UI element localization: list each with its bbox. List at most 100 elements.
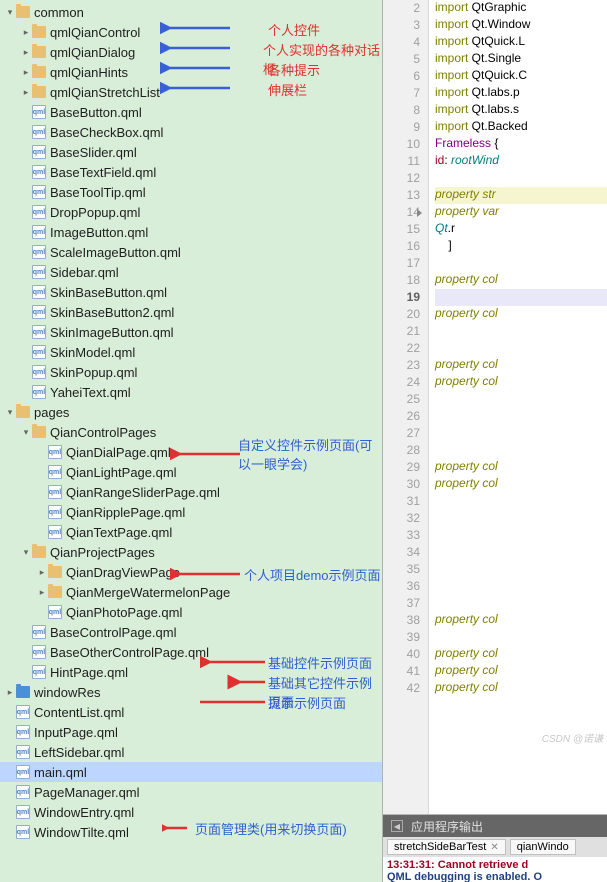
file-WindowEntry[interactable]: ▸qmlWindowEntry.qml xyxy=(0,802,382,822)
folder-icon xyxy=(32,26,46,38)
file-SkinModel[interactable]: ▸qmlSkinModel.qml xyxy=(0,342,382,362)
output-line: 13:31:31: Cannot retrieve d xyxy=(387,859,603,871)
file-BaseTextField[interactable]: ▸qmlBaseTextField.qml xyxy=(0,162,382,182)
output-panel-header[interactable]: ◀ 应用程序输出 xyxy=(383,815,607,837)
folder-qmlQianControl[interactable]: ▸qmlQianControl xyxy=(0,22,382,42)
qml-file-icon: qml xyxy=(32,325,46,339)
file-QianDialPage[interactable]: ▸qmlQianDialPage.qml xyxy=(0,442,382,462)
file-label: QianTextPage.qml xyxy=(66,525,172,540)
project-tree-panel: ▾common ▸qmlQianControl ▸qmlQianDialog ▸… xyxy=(0,0,383,882)
close-icon[interactable]: ✕ xyxy=(490,842,498,853)
file-label: ContentList.qml xyxy=(34,705,124,720)
file-SkinBaseButton2[interactable]: ▸qmlSkinBaseButton2.qml xyxy=(0,302,382,322)
file-main-qml[interactable]: ▸qmlmain.qml xyxy=(0,762,382,782)
editor-panel: 2345678910111213141516171819202122232425… xyxy=(383,0,607,882)
file-label: QianRangeSliderPage.qml xyxy=(66,485,220,500)
folder-label: QianDragViewPage xyxy=(66,565,180,580)
panel-control-icon[interactable]: ◀ xyxy=(391,820,403,832)
file-InputPage[interactable]: ▸qmlInputPage.qml xyxy=(0,722,382,742)
qml-file-icon: qml xyxy=(32,345,46,359)
file-BaseToolTip[interactable]: ▸qmlBaseToolTip.qml xyxy=(0,182,382,202)
file-QianLightPage[interactable]: ▸qmlQianLightPage.qml xyxy=(0,462,382,482)
file-label: main.qml xyxy=(34,765,87,780)
folder-icon xyxy=(48,566,62,578)
qml-file-icon: qml xyxy=(32,165,46,179)
file-BaseCheckBox[interactable]: ▸qmlBaseCheckBox.qml xyxy=(0,122,382,142)
file-label: InputPage.qml xyxy=(34,725,118,740)
file-label: QianDialPage.qml xyxy=(66,445,171,460)
qml-file-icon: qml xyxy=(48,505,62,519)
folder-pages[interactable]: ▾pages xyxy=(0,402,382,422)
file-QianRangeSliderPage[interactable]: ▸qmlQianRangeSliderPage.qml xyxy=(0,482,382,502)
file-SkinBaseButton[interactable]: ▸qmlSkinBaseButton.qml xyxy=(0,282,382,302)
qml-file-icon: qml xyxy=(16,765,30,779)
folder-common[interactable]: ▾common xyxy=(0,2,382,22)
file-ContentList[interactable]: ▸qmlContentList.qml xyxy=(0,702,382,722)
folder-label: QianMergeWatermelonPage xyxy=(66,585,230,600)
output-tab[interactable]: qianWindo xyxy=(510,839,576,855)
file-WindowTilte[interactable]: ▸qmlWindowTilte.qml xyxy=(0,822,382,842)
folder-label: QianControlPages xyxy=(50,425,156,440)
file-SkinImageButton[interactable]: ▸qmlSkinImageButton.qml xyxy=(0,322,382,342)
file-label: BaseOtherControlPage.qml xyxy=(50,645,209,660)
file-label: HintPage.qml xyxy=(50,665,128,680)
file-label: WindowTilte.qml xyxy=(34,825,129,840)
file-ImageButton[interactable]: ▸qmlImageButton.qml xyxy=(0,222,382,242)
file-label: QianLightPage.qml xyxy=(66,465,177,480)
file-QianRipplePage[interactable]: ▸qmlQianRipplePage.qml xyxy=(0,502,382,522)
file-QianPhotoPage[interactable]: ▸qmlQianPhotoPage.qml xyxy=(0,602,382,622)
folder-label: pages xyxy=(34,405,69,420)
file-BaseControlPage[interactable]: ▸qmlBaseControlPage.qml xyxy=(0,622,382,642)
file-BaseButton[interactable]: ▸qmlBaseButton.qml xyxy=(0,102,382,122)
file-label: ImageButton.qml xyxy=(50,225,148,240)
qml-file-icon: qml xyxy=(32,245,46,259)
folder-QianMergeWatermelonPage[interactable]: ▸QianMergeWatermelonPage xyxy=(0,582,382,602)
folder-label: qmlQianHints xyxy=(50,65,128,80)
output-tab[interactable]: stretchSideBarTest ✕ xyxy=(387,839,506,855)
file-SkinPopup[interactable]: ▸qmlSkinPopup.qml xyxy=(0,362,382,382)
output-text[interactable]: 13:31:31: Cannot retrieve d QML debuggin… xyxy=(383,857,607,882)
output-panel: ◀ 应用程序输出 stretchSideBarTest ✕ qianWindo 1… xyxy=(383,814,607,882)
output-line: QML debugging is enabled. O xyxy=(387,871,603,882)
folder-QianProjectPages[interactable]: ▾QianProjectPages xyxy=(0,542,382,562)
file-label: BaseControlPage.qml xyxy=(50,625,176,640)
file-label: BaseToolTip.qml xyxy=(50,185,146,200)
file-HintPage[interactable]: ▸qmlHintPage.qml xyxy=(0,662,382,682)
folder-qmlQianStretchList[interactable]: ▸qmlQianStretchList xyxy=(0,82,382,102)
tab-label: stretchSideBarTest xyxy=(394,841,486,853)
file-label: ScaleImageButton.qml xyxy=(50,245,181,260)
file-BaseOtherControlPage[interactable]: ▸qmlBaseOtherControlPage.qml xyxy=(0,642,382,662)
file-label: Sidebar.qml xyxy=(50,265,119,280)
folder-QianDragViewPage[interactable]: ▸QianDragViewPage xyxy=(0,562,382,582)
file-PageManager[interactable]: ▸qmlPageManager.qml xyxy=(0,782,382,802)
qml-file-icon: qml xyxy=(48,485,62,499)
file-label: WindowEntry.qml xyxy=(34,805,134,820)
file-BaseSlider[interactable]: ▸qmlBaseSlider.qml xyxy=(0,142,382,162)
project-tree[interactable]: ▾common ▸qmlQianControl ▸qmlQianDialog ▸… xyxy=(0,0,382,842)
folder-qmlQianHints[interactable]: ▸qmlQianHints xyxy=(0,62,382,82)
file-YaheiText[interactable]: ▸qmlYaheiText.qml xyxy=(0,382,382,402)
qml-file-icon: qml xyxy=(16,705,30,719)
folder-label: common xyxy=(34,5,84,20)
code-editor[interactable]: 2345678910111213141516171819202122232425… xyxy=(383,0,607,814)
folder-windowRes[interactable]: ▸windowRes xyxy=(0,682,382,702)
folder-icon xyxy=(32,86,46,98)
file-ScaleImageButton[interactable]: ▸qmlScaleImageButton.qml xyxy=(0,242,382,262)
folder-QianControlPages[interactable]: ▾QianControlPages xyxy=(0,422,382,442)
file-label: BaseSlider.qml xyxy=(50,145,137,160)
folder-icon xyxy=(32,66,46,78)
code-content[interactable]: import QtGraphicimport Qt.Windowimport Q… xyxy=(429,0,607,814)
folder-qmlQianDialog[interactable]: ▸qmlQianDialog xyxy=(0,42,382,62)
file-label: SkinPopup.qml xyxy=(50,365,137,380)
file-DropPopup[interactable]: ▸qmlDropPopup.qml xyxy=(0,202,382,222)
output-panel-title: 应用程序输出 xyxy=(411,818,483,835)
qml-file-icon: qml xyxy=(32,225,46,239)
qml-file-icon: qml xyxy=(32,385,46,399)
file-LeftSidebar[interactable]: ▸qmlLeftSidebar.qml xyxy=(0,742,382,762)
tab-label: qianWindo xyxy=(517,841,569,853)
file-Sidebar[interactable]: ▸qmlSidebar.qml xyxy=(0,262,382,282)
file-QianTextPage[interactable]: ▸qmlQianTextPage.qml xyxy=(0,522,382,542)
folder-icon xyxy=(32,426,46,438)
qml-file-icon: qml xyxy=(16,805,30,819)
folder-label: windowRes xyxy=(34,685,100,700)
